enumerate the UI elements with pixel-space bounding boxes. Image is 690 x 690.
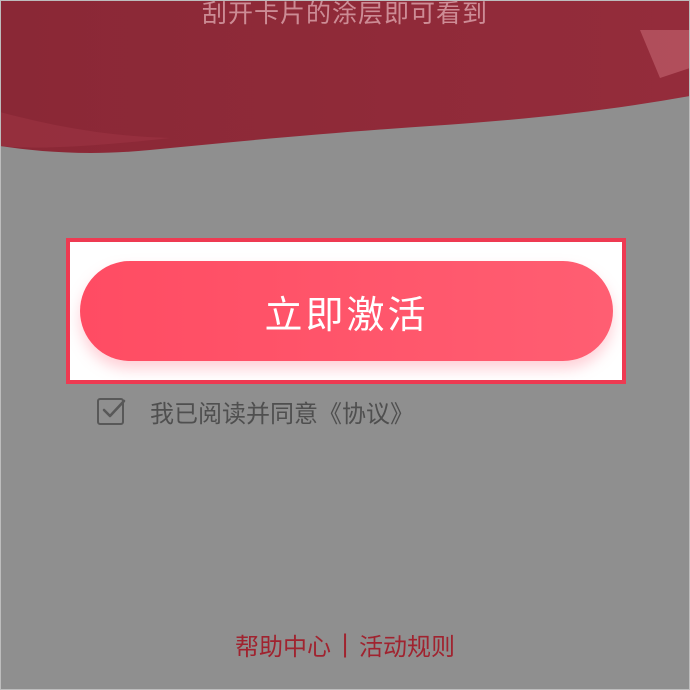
activate-now-label: 立即激活 xyxy=(264,292,429,337)
scratch-instruction: 刮开卡片的涂层即可看到 xyxy=(201,0,488,28)
card-header: 刮开卡片的涂层即可看到 xyxy=(0,0,690,170)
footer-links: 帮助中心 | 活动规则 xyxy=(0,624,690,664)
activity-rules-link[interactable]: 活动规则 xyxy=(359,627,455,662)
footer-separator: | xyxy=(340,630,350,658)
agreement-text[interactable]: 我已阅读并同意《协议》 xyxy=(150,394,414,429)
activate-now-button[interactable]: 立即激活 xyxy=(80,261,613,361)
agreement-row[interactable]: 我已阅读并同意《协议》 xyxy=(97,391,414,431)
help-center-link[interactable]: 帮助中心 xyxy=(235,627,331,662)
activation-page: 刮开卡片的涂层即可看到 立即激活 我已阅读并同意《协议》 帮助中心 | 活动规则 xyxy=(0,0,690,690)
agreement-checkbox[interactable] xyxy=(97,397,126,425)
checkmark-icon xyxy=(102,399,126,417)
